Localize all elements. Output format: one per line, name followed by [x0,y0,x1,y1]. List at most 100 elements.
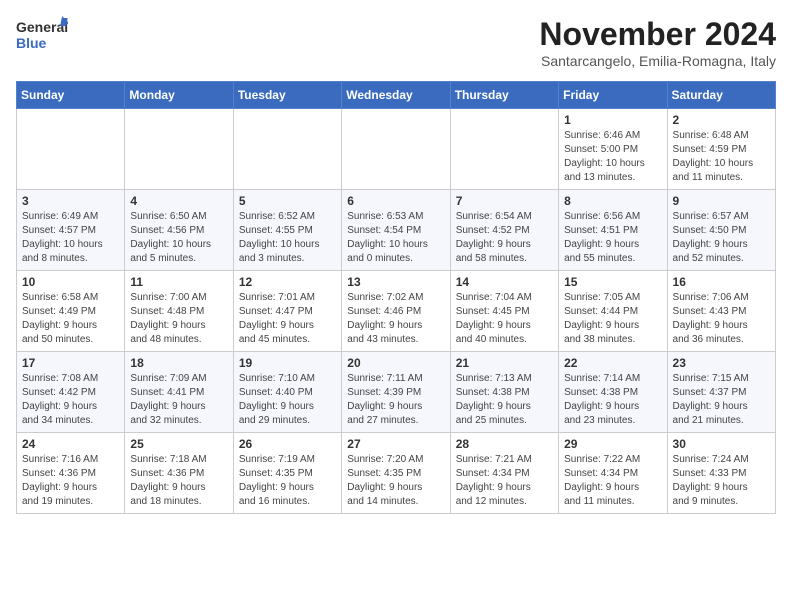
day-info: Sunrise: 6:49 AM Sunset: 4:57 PM Dayligh… [22,210,119,266]
day-number: 8 [564,194,661,208]
svg-text:General: General [16,19,68,35]
day-info: Sunrise: 7:20 AM Sunset: 4:35 PM Dayligh… [347,453,444,509]
page-header: General Blue November 2024 Santarcangelo… [16,16,776,69]
calendar-cell: 9 Sunrise: 6:57 AM Sunset: 4:50 PM Daylig… [667,190,775,271]
day-number: 4 [130,194,227,208]
day-number: 3 [22,194,119,208]
day-number: 26 [239,437,336,451]
day-number: 14 [456,275,553,289]
day-info: Sunrise: 7:08 AM Sunset: 4:42 PM Dayligh… [22,372,119,428]
day-info: Sunrise: 6:58 AM Sunset: 4:49 PM Dayligh… [22,291,119,347]
calendar-cell: 28 Sunrise: 7:21 AM Sunset: 4:34 PM Dayli… [450,433,558,514]
day-number: 25 [130,437,227,451]
day-info: Sunrise: 7:11 AM Sunset: 4:39 PM Dayligh… [347,372,444,428]
day-number: 23 [673,356,770,370]
title-block: November 2024 Santarcangelo, Emilia-Roma… [539,16,776,69]
day-number: 30 [673,437,770,451]
day-info: Sunrise: 7:15 AM Sunset: 4:37 PM Dayligh… [673,372,770,428]
day-number: 10 [22,275,119,289]
header-sunday: Sunday [17,82,125,109]
day-info: Sunrise: 7:24 AM Sunset: 4:33 PM Dayligh… [673,453,770,509]
day-info: Sunrise: 7:06 AM Sunset: 4:43 PM Dayligh… [673,291,770,347]
day-number: 18 [130,356,227,370]
calendar-cell: 11 Sunrise: 7:00 AM Sunset: 4:48 PM Dayli… [125,271,233,352]
day-number: 17 [22,356,119,370]
day-number: 6 [347,194,444,208]
day-number: 19 [239,356,336,370]
calendar-cell: 27 Sunrise: 7:20 AM Sunset: 4:35 PM Dayli… [342,433,450,514]
day-number: 28 [456,437,553,451]
header-friday: Friday [559,82,667,109]
day-info: Sunrise: 6:56 AM Sunset: 4:51 PM Dayligh… [564,210,661,266]
calendar-cell: 2Sunrise: 6:48 AM Sunset: 4:59 PM Daylig… [667,109,775,190]
calendar-cell: 29 Sunrise: 7:22 AM Sunset: 4:34 PM Dayli… [559,433,667,514]
day-number: 27 [347,437,444,451]
calendar-cell [342,109,450,190]
calendar-cell: 19Sunrise: 7:10 AM Sunset: 4:40 PM Dayli… [233,352,341,433]
day-number: 29 [564,437,661,451]
day-info: Sunrise: 6:46 AM Sunset: 5:00 PM Dayligh… [564,129,661,185]
calendar-cell: 16 Sunrise: 7:06 AM Sunset: 4:43 PM Dayli… [667,271,775,352]
day-number: 13 [347,275,444,289]
calendar-cell [17,109,125,190]
calendar-cell: 30 Sunrise: 7:24 AM Sunset: 4:33 PM Dayli… [667,433,775,514]
calendar-cell: 3 Sunrise: 6:49 AM Sunset: 4:57 PM Daylig… [17,190,125,271]
day-number: 21 [456,356,553,370]
day-number: 9 [673,194,770,208]
calendar-cell: 15 Sunrise: 7:05 AM Sunset: 4:44 PM Dayli… [559,271,667,352]
day-info: Sunrise: 7:22 AM Sunset: 4:34 PM Dayligh… [564,453,661,509]
calendar-cell: 26Sunrise: 7:19 AM Sunset: 4:35 PM Dayli… [233,433,341,514]
day-info: Sunrise: 7:18 AM Sunset: 4:36 PM Dayligh… [130,453,227,509]
day-info: Sunrise: 7:00 AM Sunset: 4:48 PM Dayligh… [130,291,227,347]
calendar-cell: 21 Sunrise: 7:13 AM Sunset: 4:38 PM Dayli… [450,352,558,433]
day-info: Sunrise: 6:57 AM Sunset: 4:50 PM Dayligh… [673,210,770,266]
day-number: 16 [673,275,770,289]
day-number: 5 [239,194,336,208]
day-number: 20 [347,356,444,370]
calendar-cell: 6 Sunrise: 6:53 AM Sunset: 4:54 PM Daylig… [342,190,450,271]
calendar-cell: 22 Sunrise: 7:14 AM Sunset: 4:38 PM Dayli… [559,352,667,433]
day-info: Sunrise: 6:50 AM Sunset: 4:56 PM Dayligh… [130,210,227,266]
logo: General Blue [16,16,68,56]
calendar-cell: 4 Sunrise: 6:50 AM Sunset: 4:56 PM Daylig… [125,190,233,271]
svg-text:Blue: Blue [16,35,47,51]
calendar-cell [450,109,558,190]
day-info: Sunrise: 6:53 AM Sunset: 4:54 PM Dayligh… [347,210,444,266]
day-number: 2 [673,113,770,127]
day-number: 22 [564,356,661,370]
calendar-cell: 7Sunrise: 6:54 AM Sunset: 4:52 PM Daylig… [450,190,558,271]
day-info: Sunrise: 7:13 AM Sunset: 4:38 PM Dayligh… [456,372,553,428]
day-number: 11 [130,275,227,289]
day-info: Sunrise: 7:21 AM Sunset: 4:34 PM Dayligh… [456,453,553,509]
header-saturday: Saturday [667,82,775,109]
day-number: 15 [564,275,661,289]
day-info: Sunrise: 7:16 AM Sunset: 4:36 PM Dayligh… [22,453,119,509]
day-info: Sunrise: 7:09 AM Sunset: 4:41 PM Dayligh… [130,372,227,428]
day-info: Sunrise: 7:14 AM Sunset: 4:38 PM Dayligh… [564,372,661,428]
header-monday: Monday [125,82,233,109]
day-info: Sunrise: 7:02 AM Sunset: 4:46 PM Dayligh… [347,291,444,347]
logo-svg: General Blue [16,16,68,56]
calendar-cell: 10 Sunrise: 6:58 AM Sunset: 4:49 PM Dayli… [17,271,125,352]
calendar-cell [125,109,233,190]
calendar-cell: 23 Sunrise: 7:15 AM Sunset: 4:37 PM Dayli… [667,352,775,433]
day-info: Sunrise: 6:54 AM Sunset: 4:52 PM Dayligh… [456,210,553,266]
header-thursday: Thursday [450,82,558,109]
calendar-cell: 1 Sunrise: 6:46 AM Sunset: 5:00 PM Daylig… [559,109,667,190]
day-info: Sunrise: 7:04 AM Sunset: 4:45 PM Dayligh… [456,291,553,347]
location-subtitle: Santarcangelo, Emilia-Romagna, Italy [539,53,776,69]
header-tuesday: Tuesday [233,82,341,109]
calendar-cell: 24 Sunrise: 7:16 AM Sunset: 4:36 PM Dayli… [17,433,125,514]
calendar-cell: 17 Sunrise: 7:08 AM Sunset: 4:42 PM Dayli… [17,352,125,433]
calendar-cell: 18 Sunrise: 7:09 AM Sunset: 4:41 PM Dayli… [125,352,233,433]
day-number: 24 [22,437,119,451]
calendar-cell: 13 Sunrise: 7:02 AM Sunset: 4:46 PM Dayli… [342,271,450,352]
day-number: 1 [564,113,661,127]
header-wednesday: Wednesday [342,82,450,109]
calendar-cell: 20 Sunrise: 7:11 AM Sunset: 4:39 PM Dayli… [342,352,450,433]
calendar-cell: 8 Sunrise: 6:56 AM Sunset: 4:51 PM Daylig… [559,190,667,271]
calendar-table: SundayMondayTuesdayWednesdayThursdayFrid… [16,81,776,514]
day-info: Sunrise: 7:05 AM Sunset: 4:44 PM Dayligh… [564,291,661,347]
calendar-cell: 14 Sunrise: 7:04 AM Sunset: 4:45 PM Dayli… [450,271,558,352]
day-number: 12 [239,275,336,289]
